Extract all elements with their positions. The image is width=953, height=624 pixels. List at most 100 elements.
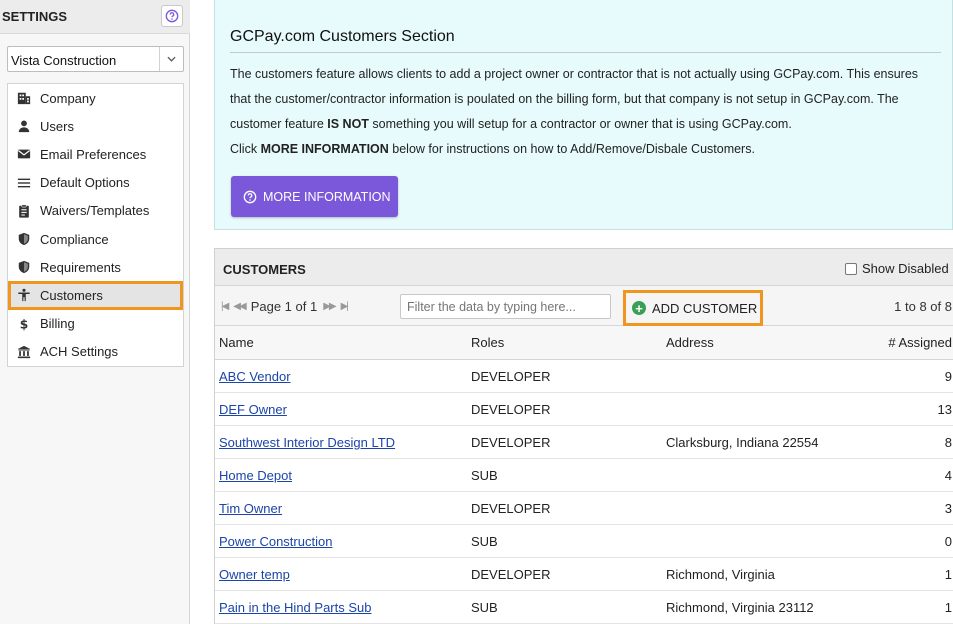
dollar-icon: $ <box>16 316 32 332</box>
sidebar-item-company[interactable]: Company <box>8 84 183 112</box>
info-text-bold: IS NOT <box>327 117 369 131</box>
customer-name-link[interactable]: Power Construction <box>219 525 332 558</box>
sidebar-item-label: Users <box>40 118 74 134</box>
more-information-label: MORE INFORMATION <box>263 189 391 204</box>
customer-role: DEVELOPER <box>471 369 551 384</box>
shield-icon <box>16 259 32 275</box>
sidebar-item-label: Customers <box>40 287 103 303</box>
customer-assigned: 1 <box>944 600 952 615</box>
customer-name-link[interactable]: Tim Owner <box>219 492 282 525</box>
more-information-button[interactable]: MORE INFORMATION <box>231 176 398 217</box>
filter-input[interactable] <box>400 294 611 319</box>
table-row: Home Depot SUB 4 <box>215 459 953 492</box>
add-customer-label: ADD CUSTOMER <box>652 300 758 316</box>
sidebar-item-email-preferences[interactable]: Email Preferences <box>8 140 183 168</box>
show-disabled-toggle[interactable]: Show Disabled <box>845 261 949 276</box>
show-disabled-label: Show Disabled <box>862 261 949 276</box>
bank-icon <box>16 344 32 360</box>
customer-role: SUB <box>471 534 498 549</box>
first-page-icon[interactable]: |◀ <box>221 301 229 312</box>
customer-role: DEVELOPER <box>471 402 551 417</box>
customer-name-link[interactable]: Home Depot <box>219 459 292 492</box>
grid-toolbar: |◀ ◀◀ Page 1 of 1 ▶▶ ▶| + ADD CUSTOMER 1… <box>215 286 953 326</box>
sidebar-item-label: ACH Settings <box>40 344 119 360</box>
customers-info-panel: GCPay.com Customers Section The customer… <box>214 0 953 230</box>
last-page-icon[interactable]: ▶| <box>341 301 349 312</box>
customer-role: DEVELOPER <box>471 435 551 450</box>
customer-role: DEVELOPER <box>471 567 551 582</box>
customer-assigned: 8 <box>944 435 952 450</box>
sidebar-item-label: Email Preferences <box>40 146 147 162</box>
table-row: Southwest Interior Design LTD DEVELOPER … <box>215 426 953 459</box>
table-row: ABC Vendor DEVELOPER 9 <box>215 360 953 393</box>
envelope-icon <box>16 146 32 162</box>
sidebar-item-label: Company <box>40 90 96 106</box>
customer-role: SUB <box>471 600 498 615</box>
sidebar-item-label: Default Options <box>40 175 130 191</box>
customer-name-link[interactable]: Owner temp <box>219 558 290 591</box>
pager: |◀ ◀◀ Page 1 of 1 ▶▶ ▶| <box>221 299 353 314</box>
info-text-bold: MORE INFORMATION <box>260 142 389 156</box>
user-icon <box>16 118 32 134</box>
sidebar-item-requirements[interactable]: Requirements <box>8 253 183 281</box>
column-header-name[interactable]: Name <box>219 326 254 359</box>
company-select-value: Vista Construction <box>11 53 117 68</box>
customer-assigned: 1 <box>944 567 952 582</box>
table-row: Tim Owner DEVELOPER 3 <box>215 492 953 525</box>
next-page-icon[interactable]: ▶▶ <box>323 301 336 312</box>
sidebar-item-default-options[interactable]: Default Options <box>8 169 183 197</box>
shield-icon <box>16 231 32 247</box>
grid-title: CUSTOMERS <box>223 262 306 277</box>
customer-role: SUB <box>471 468 498 483</box>
column-header-roles[interactable]: Roles <box>471 326 504 359</box>
sidebar-item-label: Billing <box>40 316 75 332</box>
chevron-down-icon[interactable] <box>159 47 183 71</box>
customer-assigned: 3 <box>944 501 952 516</box>
info-title: GCPay.com Customers Section <box>230 28 455 45</box>
customer-assigned: 9 <box>944 369 952 384</box>
sidebar-header: SETTINGS <box>0 0 190 34</box>
info-text-part: Click <box>230 142 261 156</box>
sidebar-item-users[interactable]: Users <box>8 112 183 140</box>
sidebar-item-ach-settings[interactable]: ACH Settings <box>8 338 183 366</box>
sidebar-title: SETTINGS <box>2 9 68 24</box>
customer-rows: ABC Vendor DEVELOPER 9 DEF Owner DEVELOP… <box>215 360 953 624</box>
info-divider <box>230 52 941 53</box>
sidebar-item-compliance[interactable]: Compliance <box>8 225 183 253</box>
sidebar-item-label: Requirements <box>40 259 121 275</box>
column-headers: Name Roles Address # Assigned <box>215 326 953 360</box>
customer-name-link[interactable]: DEF Owner <box>219 393 287 426</box>
sidebar-item-label: Compliance <box>40 231 109 247</box>
sidebar-item-customers[interactable]: Customers <box>8 281 183 310</box>
customer-name-link[interactable]: Southwest Interior Design LTD <box>219 426 395 459</box>
info-description: The customers feature allows clients to … <box>230 62 942 162</box>
page-indicator: Page 1 of 1 <box>250 299 318 314</box>
column-header-assigned[interactable]: # Assigned <box>888 326 952 359</box>
prev-page-icon[interactable]: ◀◀ <box>233 301 246 312</box>
customer-assigned: 0 <box>944 534 952 549</box>
svg-text:$: $ <box>20 317 29 331</box>
customer-address: Clarksburg, Indiana 22554 <box>666 435 819 450</box>
menu-lines-icon <box>16 175 32 191</box>
add-customer-button[interactable]: + ADD CUSTOMER <box>623 290 763 326</box>
settings-menu: Company Users Email Preferences Default … <box>7 83 184 367</box>
help-icon[interactable] <box>161 5 183 27</box>
person-arms-icon <box>16 287 32 303</box>
sidebar-item-label: Waivers/Templates <box>40 203 150 219</box>
plus-circle-icon: + <box>632 301 646 315</box>
customer-role: DEVELOPER <box>471 501 551 516</box>
customer-name-link[interactable]: Pain in the Hind Parts Sub <box>219 591 371 624</box>
grid-header: CUSTOMERS Show Disabled <box>215 249 953 286</box>
show-disabled-checkbox[interactable] <box>845 262 857 275</box>
sidebar-item-billing[interactable]: $ Billing <box>8 310 183 338</box>
customer-name-link[interactable]: ABC Vendor <box>219 360 291 393</box>
table-row: Power Construction SUB 0 <box>215 525 953 558</box>
help-circle-icon <box>243 190 257 203</box>
column-header-address[interactable]: Address <box>666 326 714 359</box>
customer-assigned: 13 <box>937 402 952 417</box>
customer-address: Richmond, Virginia <box>666 567 775 582</box>
settings-sidebar: SETTINGS Vista Construction Company User… <box>0 0 190 624</box>
info-text-part: something you will setup for a contracto… <box>368 117 792 131</box>
sidebar-item-waivers-templates[interactable]: Waivers/Templates <box>8 197 183 225</box>
company-select[interactable]: Vista Construction <box>7 46 184 72</box>
